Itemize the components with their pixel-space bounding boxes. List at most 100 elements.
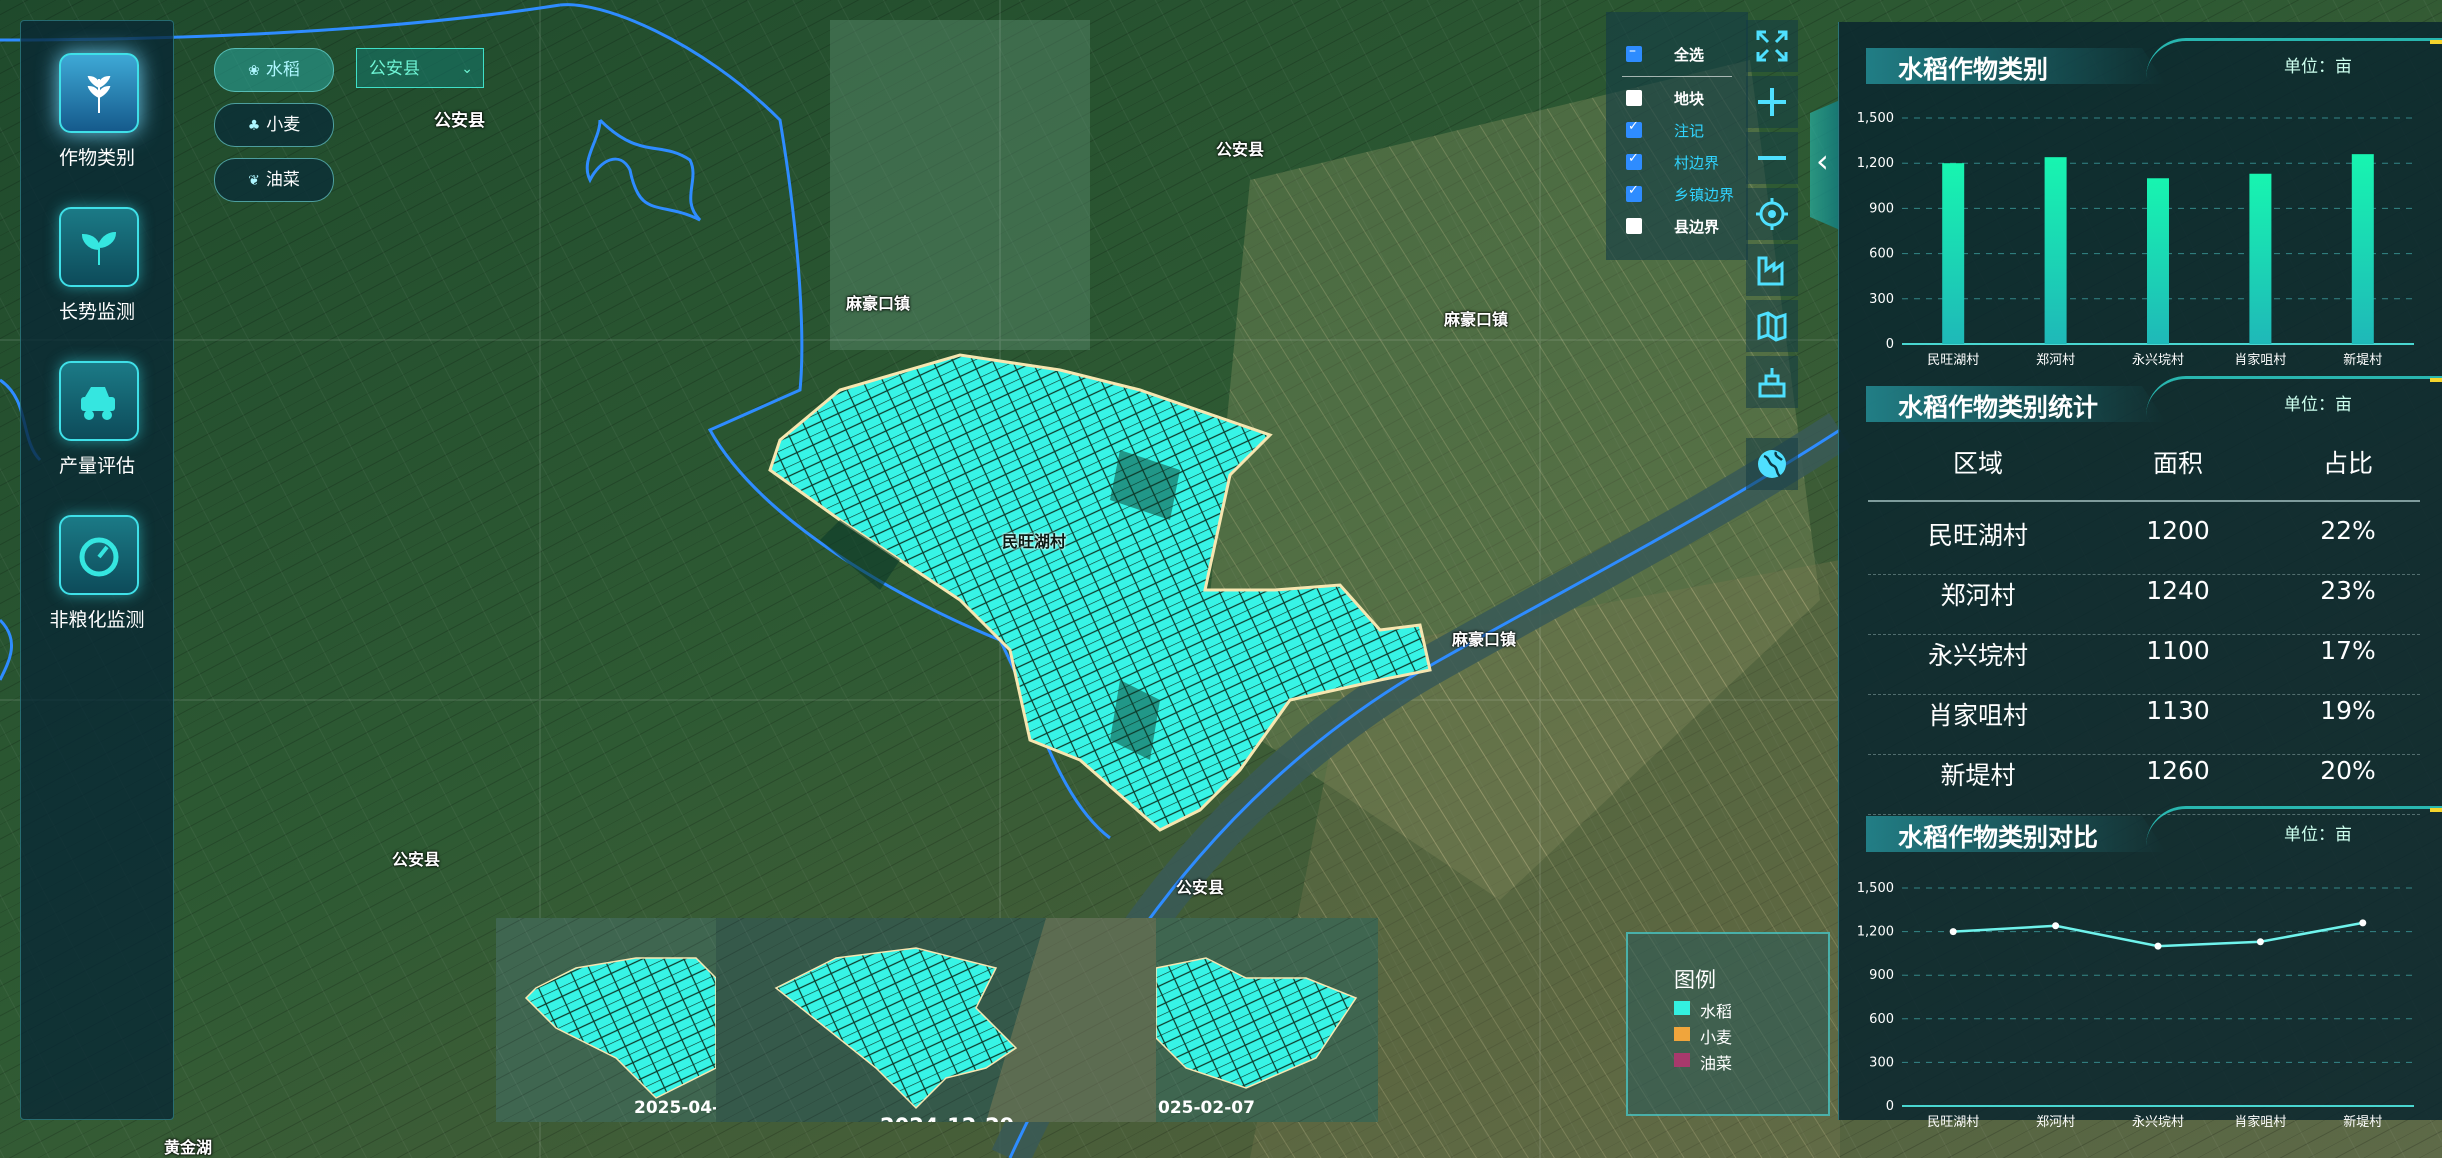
thumbnail-image (496, 918, 716, 1122)
zoom-in-button[interactable] (1746, 76, 1798, 128)
table-cell: 23% (2320, 576, 2376, 605)
chevron-left-icon: ‹ (1816, 142, 1829, 180)
thumbnail-image (716, 918, 1156, 1122)
map-label-county: 公安县 (434, 111, 485, 131)
legend-label: 小麦 (1700, 1028, 1733, 1047)
checkbox[interactable] (1626, 90, 1642, 106)
nav-label: 作物类别 (58, 147, 135, 169)
map-legend: 图例 水稻 小麦 油菜 (1626, 932, 1830, 1116)
admin-building-button[interactable] (1746, 356, 1798, 408)
table-row[interactable]: 永兴垸村 1100 17% (1868, 636, 2420, 695)
thumbnail-2024-12[interactable]: 2024-12-29 (716, 918, 1156, 1122)
layer-label: 全选 (1674, 46, 1705, 64)
section-title: 水稻作物类别 (1898, 55, 2049, 84)
line-chart: 0 300 600 900 1,200 1,500 民旺湖村 郑河村 永兴垸村 肖家咀村 新堤村 (1857, 881, 2414, 1130)
y-tick-label: 1,200 (1857, 156, 1894, 171)
table-cell: 20% (2320, 756, 2376, 785)
thumbnail-date: 025-02-07 (1158, 1098, 1255, 1118)
crop-chip-wheat[interactable]: ♣ 小麦 (214, 103, 334, 147)
data-point (2052, 922, 2060, 930)
nav-item-yield[interactable]: 产量评估 (21, 353, 173, 483)
table-row[interactable]: 肖家咀村 1130 19% (1868, 696, 2420, 755)
nav-label: 产量评估 (58, 455, 135, 477)
bar (2044, 157, 2067, 344)
layer-panel: 全选 地块 注记 村边界 乡镇边界 县边界 (1606, 12, 1748, 260)
factory-button[interactable] (1746, 244, 1798, 296)
y-tick-label: 600 (1869, 1012, 1894, 1027)
bar-chart: 0 300 600 900 1,200 1,500 民旺湖村 郑河村 永兴垸村 肖家咀村 新堤村 (1857, 111, 2414, 368)
gauge-icon (59, 515, 139, 595)
x-tick-label: 肖家咀村 (2234, 352, 2286, 368)
x-tick-label: 民旺湖村 (1927, 1115, 1979, 1130)
bar (2249, 173, 2272, 344)
y-tick-label: 1,500 (1857, 881, 1894, 896)
nav-item-crop-type[interactable]: 作物类别 (21, 45, 173, 175)
checkbox[interactable] (1626, 119, 1642, 138)
left-nav: 作物类别 长势监测 产量评估 非粮化监测 (20, 20, 174, 1120)
section-title: 水稻作物类别统计 (1898, 393, 2099, 422)
wheat-icon (59, 53, 139, 133)
legend-label: 油菜 (1700, 1054, 1733, 1073)
legend-swatch (1674, 1027, 1690, 1041)
admin-building-icon (1758, 368, 1786, 398)
map-label-county: 公安县 (392, 850, 441, 869)
table-header: 区域 面积 占比 (1868, 444, 2420, 502)
layer-label: 乡镇边界 (1674, 186, 1735, 204)
map-label-town: 麻豪口镇 (1444, 310, 1509, 329)
checkbox[interactable] (1626, 151, 1642, 170)
data-point (2256, 938, 2264, 946)
unit-label: 单位：亩 (2284, 825, 2352, 845)
panel-collapse-button[interactable]: ‹ (1810, 100, 1840, 230)
nav-label: 非粮化监测 (49, 609, 145, 631)
zoom-in-icon (1758, 88, 1786, 116)
thumbnail-image (1156, 918, 1378, 1122)
nav-item-growth[interactable]: 长势监测 (21, 199, 173, 329)
y-tick-label: 0 (1886, 1099, 1894, 1114)
wheat-icon: ♣ (247, 118, 261, 134)
thumbnail-2025-04[interactable]: 2025-04-1 (496, 918, 716, 1122)
crop-chip-label: 小麦 (266, 115, 301, 135)
table-row[interactable]: 郑河村 1240 23% (1868, 576, 2420, 635)
checkbox[interactable] (1626, 218, 1642, 234)
x-tick-label: 肖家咀村 (2234, 1114, 2286, 1130)
checkbox[interactable] (1626, 43, 1642, 62)
crop-chip-rice[interactable]: ❀ 水稻 (214, 48, 334, 92)
section-header: 水稻作物类别 单位：亩 (1866, 38, 2442, 84)
bar (1942, 163, 1965, 344)
zoom-out-button[interactable] (1746, 132, 1798, 184)
checkbox[interactable] (1626, 183, 1642, 202)
table-header-cell: 占比 (2322, 449, 2373, 478)
y-tick-label: 300 (1869, 292, 1894, 307)
legend-title: 图例 (1674, 968, 1716, 992)
sprout-icon (59, 207, 139, 287)
x-tick-label: 永兴垸村 (2132, 353, 2184, 368)
y-tick-label: 1,500 (1857, 111, 1894, 126)
zoom-out-icon (1758, 156, 1786, 160)
globe-button[interactable] (1746, 438, 1798, 490)
locate-button[interactable] (1746, 188, 1798, 240)
crop-chip-label: 油菜 (265, 170, 300, 190)
y-tick-label: 300 (1869, 1055, 1894, 1070)
crop-chip-rapeseed[interactable]: ❦ 油菜 (214, 158, 334, 202)
crop-chip-label: 水稻 (265, 60, 300, 80)
locate-icon (1756, 198, 1788, 230)
map-label-cut: 黄金湖 (164, 1138, 213, 1157)
map-label-village: 民旺湖村 (1002, 532, 1067, 551)
x-tick-label: 郑河村 (2036, 353, 2075, 368)
county-select[interactable]: 公安县 ⌄ (356, 48, 484, 88)
thumbnail-2025-02[interactable]: 025-02-07 (1156, 918, 1378, 1122)
table-row[interactable]: 民旺湖村 1200 22% (1868, 516, 2420, 575)
nav-item-non-grain[interactable]: 非粮化监测 (21, 507, 173, 637)
region-button[interactable] (1746, 300, 1798, 352)
decor-dots (2430, 40, 2442, 44)
y-tick-label: 900 (1869, 968, 1894, 983)
county-select-value: 公安县 (369, 59, 420, 79)
fullscreen-button[interactable] (1746, 20, 1798, 72)
layer-label: 县边界 (1674, 218, 1720, 236)
chevron-down-icon: ⌄ (461, 61, 473, 77)
rice-icon: ❀ (248, 63, 260, 79)
harvester-icon (59, 361, 139, 441)
divider (1622, 76, 1732, 77)
section-header: 水稻作物类别统计 单位：亩 (1866, 376, 2442, 422)
section-title: 水稻作物类别对比 (1898, 823, 2099, 852)
